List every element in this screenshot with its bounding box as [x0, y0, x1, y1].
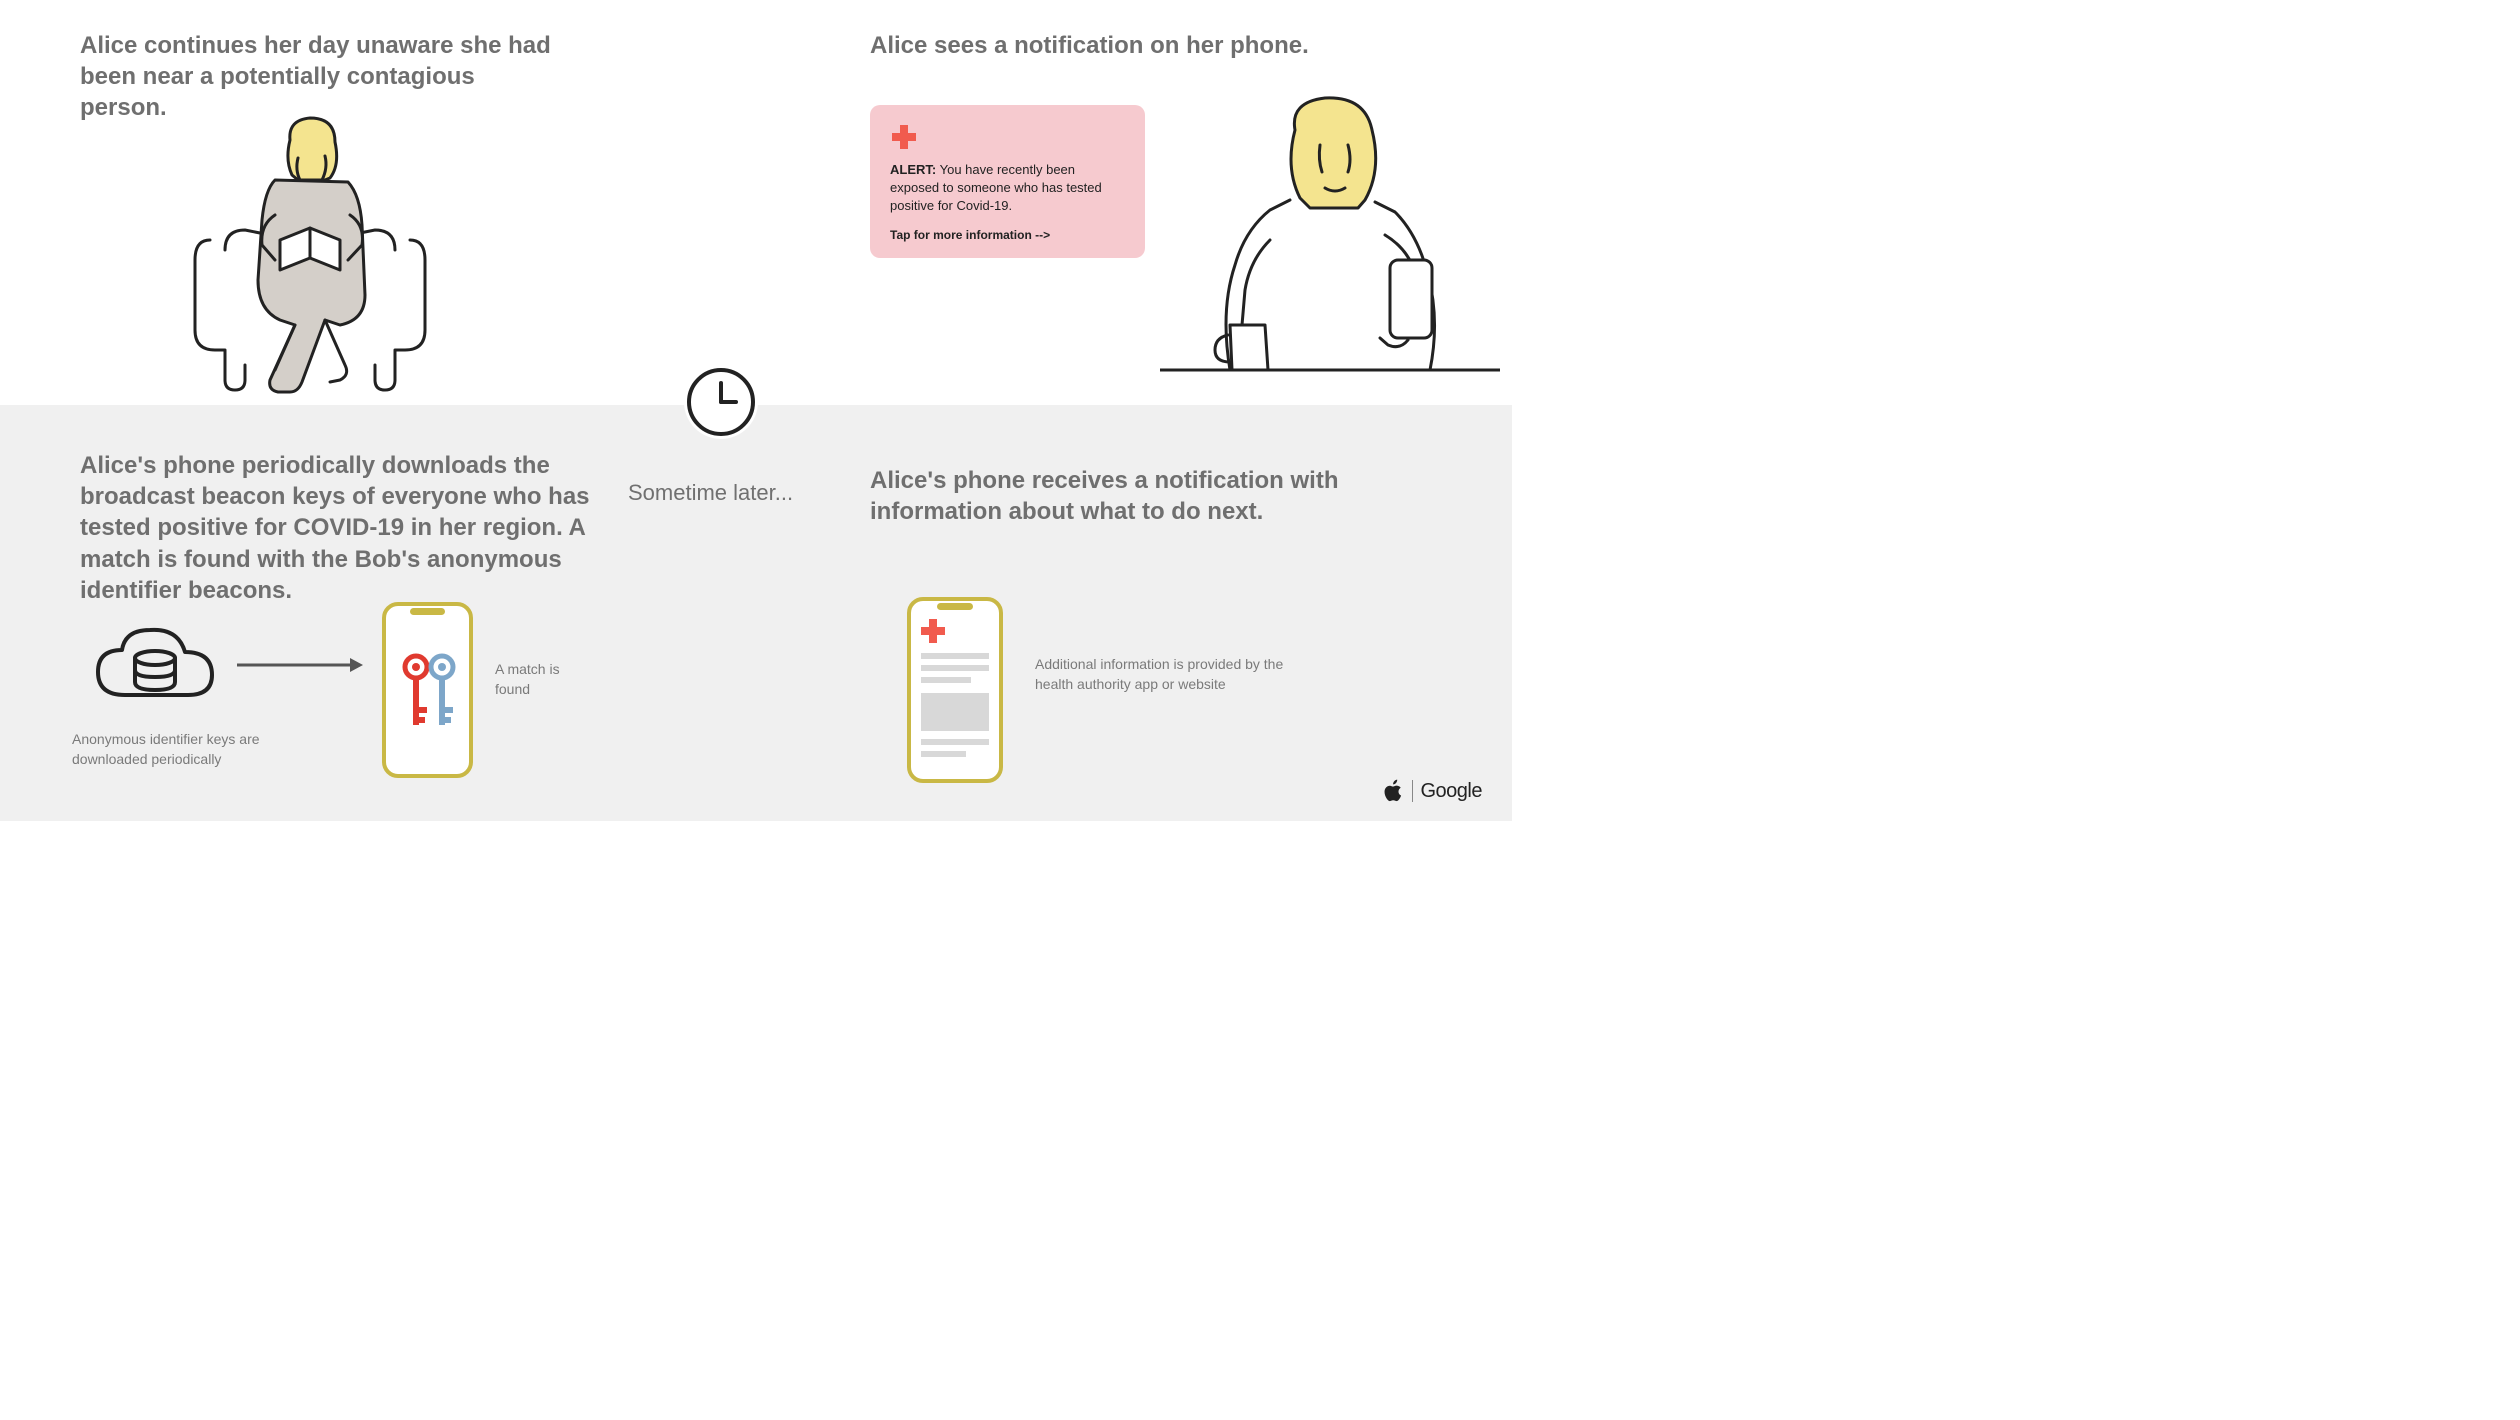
alert-tap-text: Tap for more information -->: [890, 228, 1125, 242]
clock-icon: [684, 365, 758, 439]
match-caption: A match is found: [495, 660, 585, 699]
medical-cross-icon: [890, 123, 918, 151]
alert-text: ALERT: You have recently been exposed to…: [890, 161, 1125, 216]
panel-tr-heading: Alice sees a notification on her phone.: [870, 30, 1340, 61]
alice-sitting-illustration: [180, 110, 440, 400]
cloud-database-icon: [90, 620, 220, 715]
panel-bl-heading: Alice's phone periodically downloads the…: [80, 450, 590, 606]
logo-divider: [1412, 780, 1413, 802]
arrow-icon: [235, 655, 365, 675]
google-logo-text: Google: [1421, 780, 1483, 803]
alert-notification: ALERT: You have recently been exposed to…: [870, 105, 1145, 258]
info-caption: Additional information is provided by th…: [1035, 655, 1315, 694]
apple-logo-icon: [1384, 779, 1404, 803]
phone-info-illustration: [905, 595, 1005, 785]
center-label: Sometime later...: [628, 480, 793, 506]
cloud-caption: Anonymous identifier keys are downloaded…: [72, 730, 292, 769]
footer-logos: Google: [1384, 779, 1483, 803]
phone-match-illustration: [380, 600, 475, 780]
panel-br-heading: Alice's phone receives a notification wi…: [870, 465, 1370, 527]
alice-phone-illustration: [1160, 90, 1500, 405]
